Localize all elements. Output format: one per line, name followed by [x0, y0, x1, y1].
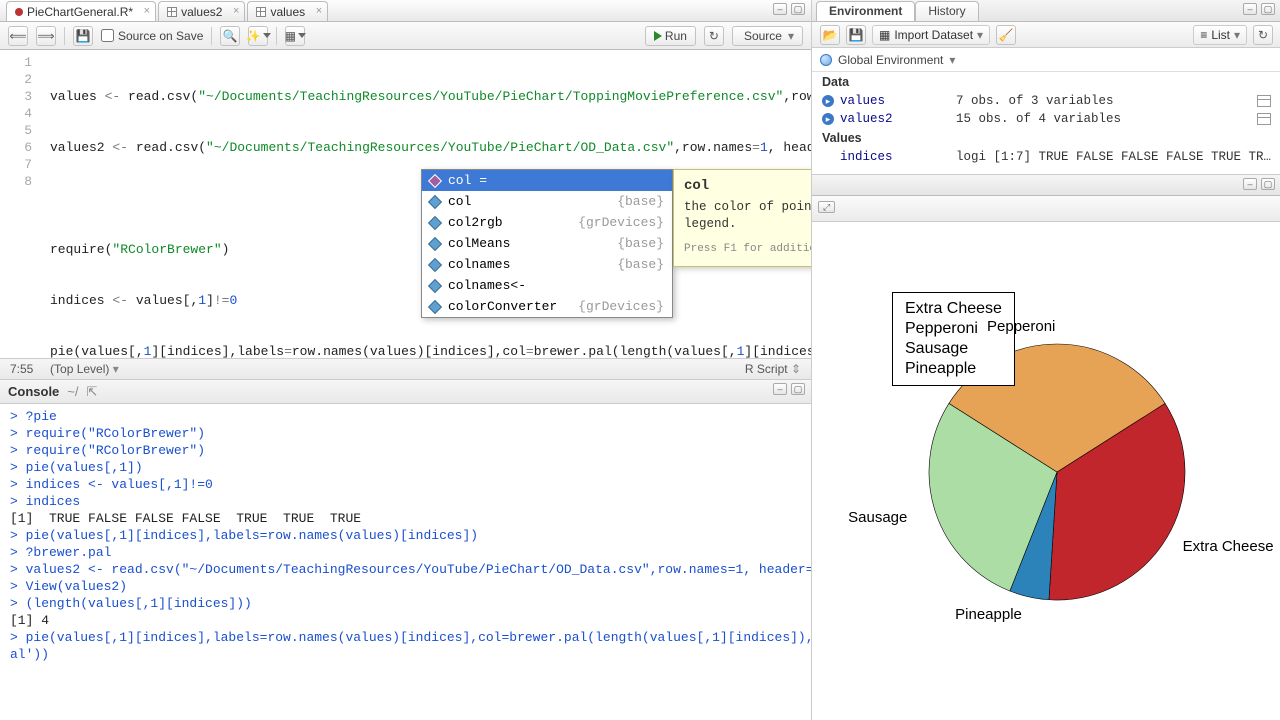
tab-label: PieChartGeneral.R* — [27, 5, 133, 19]
maximize-pane-icon[interactable]: ▢ — [1261, 3, 1275, 15]
env-toolbar: 📂 💾 ▦ Import Dataset ▾ 🧹 ≡List▾ ↻ — [812, 22, 1280, 48]
close-icon[interactable]: × — [144, 5, 150, 17]
slice-label: Pineapple — [955, 606, 1022, 623]
maximize-pane-icon[interactable]: ▢ — [791, 3, 805, 15]
autocomplete-popup[interactable]: col = col{base} col2rgb{grDevices} colMe… — [421, 169, 673, 318]
tab-values2[interactable]: values2 × — [158, 1, 245, 21]
view-table-icon[interactable] — [1257, 113, 1271, 125]
maximize-pane-icon[interactable]: ▢ — [1261, 178, 1275, 190]
cursor-position: 7:55 — [10, 362, 33, 376]
plots-tabstrip: –▢ — [812, 174, 1280, 196]
slice-label: Sausage — [848, 509, 907, 526]
find-button[interactable]: 🔍 — [220, 26, 240, 46]
autocomplete-item[interactable]: col2rgb{grDevices} — [422, 212, 672, 233]
maximize-pane-icon[interactable]: ▢ — [791, 383, 805, 395]
console-header: Console ~/ ⇱ – ▢ — [0, 380, 811, 404]
function-icon — [428, 278, 442, 292]
function-icon — [428, 299, 442, 313]
globe-icon — [820, 54, 832, 66]
slice-label: Extra Cheese — [1183, 538, 1274, 555]
minimize-pane-icon[interactable]: – — [1243, 3, 1257, 15]
zoom-button[interactable]: ⤢ — [818, 201, 835, 213]
expand-icon[interactable]: ▸ — [822, 113, 834, 125]
function-icon — [428, 236, 442, 250]
autocomplete-item[interactable]: colMeans{base} — [422, 233, 672, 254]
help-title: col — [684, 178, 811, 195]
list-view-toggle[interactable]: ≡List▾ — [1193, 25, 1247, 45]
env-section-data: Data — [812, 72, 1280, 92]
help-hint: Press F1 for additional help — [684, 241, 811, 258]
tab-history[interactable]: History — [915, 1, 978, 21]
tab-label: values — [270, 5, 305, 19]
import-dataset-button[interactable]: ▦ Import Dataset ▾ — [872, 25, 990, 45]
tab-values[interactable]: values × — [247, 1, 328, 21]
env-row[interactable]: ▸ values2 15 obs. of 4 variables — [812, 110, 1280, 128]
env-row[interactable]: ▸ values 7 obs. of 3 variables — [812, 92, 1280, 110]
wand-button[interactable]: ✨ — [248, 26, 268, 46]
view-table-icon[interactable] — [1257, 95, 1271, 107]
tab-label: values2 — [181, 5, 222, 19]
run-button[interactable]: Run — [645, 26, 696, 46]
run-icon — [654, 31, 662, 41]
autocomplete-item[interactable]: colorConverter{grDevices} — [422, 296, 672, 317]
clear-env-button[interactable]: 🧹 — [996, 25, 1016, 45]
pie-chart — [812, 222, 1280, 702]
editor-statusbar: 7:55 (Top Level) ▾ R Script ⇕ — [0, 358, 811, 380]
help-body: the color of points or lines appearing i… — [684, 199, 811, 233]
open-button[interactable]: 📂 — [820, 25, 840, 45]
tab-piechart-script[interactable]: PieChartGeneral.R* × — [6, 1, 156, 21]
environment-panel: Data ▸ values 7 obs. of 3 variables ▸ va… — [812, 72, 1280, 166]
plots-toolbar: ⤢ — [812, 196, 1280, 222]
back-button[interactable]: ⟸ — [8, 26, 28, 46]
refresh-button[interactable]: ↻ — [1253, 25, 1273, 45]
autocomplete-help: col the color of points or lines appeari… — [673, 169, 811, 267]
source-button[interactable]: Source ▾ — [732, 26, 803, 46]
plot-canvas: Extra Cheese Pepperoni Sausage Pineapple… — [812, 222, 1280, 720]
minimize-pane-icon[interactable]: – — [1243, 178, 1257, 190]
autocomplete-item[interactable]: col = — [422, 170, 672, 191]
console-cwd: ~/ — [67, 384, 78, 399]
language-indicator[interactable]: R Script — [745, 362, 788, 376]
expand-icon[interactable]: ▸ — [822, 95, 834, 107]
notebook-button[interactable]: ▦ — [285, 26, 305, 46]
popout-icon[interactable]: ⇱ — [87, 384, 98, 400]
env-scope-selector[interactable]: Global Environment ▾ — [812, 48, 1280, 72]
source-on-save-checkbox[interactable]: Source on Save — [101, 29, 203, 43]
save-env-button[interactable]: 💾 — [846, 25, 866, 45]
close-icon[interactable]: × — [233, 5, 239, 17]
import-icon: ▦ — [879, 28, 890, 42]
function-icon — [428, 257, 442, 271]
function-icon — [428, 194, 442, 208]
slice-label: Pepperoni — [987, 318, 1055, 335]
plot-legend: Extra Cheese Pepperoni Sausage Pineapple — [892, 292, 1015, 386]
r-script-icon — [15, 8, 23, 16]
close-icon[interactable]: × — [316, 5, 322, 17]
env-tabstrip: Environment History –▢ — [812, 0, 1280, 22]
rerun-button[interactable]: ↻ — [704, 26, 724, 46]
minimize-pane-icon[interactable]: – — [773, 3, 787, 15]
table-icon — [256, 7, 266, 17]
env-row[interactable]: indices logi [1:7] TRUE FALSE FALSE FALS… — [812, 148, 1280, 166]
function-icon — [428, 215, 442, 229]
scope-indicator[interactable]: (Top Level) — [50, 362, 109, 376]
forward-button[interactable]: ⟹ — [36, 26, 56, 46]
console-title: Console — [8, 384, 59, 399]
param-icon — [428, 173, 442, 187]
tab-environment[interactable]: Environment — [816, 1, 915, 21]
env-section-values: Values — [812, 128, 1280, 148]
save-button[interactable]: 💾 — [73, 26, 93, 46]
line-gutter: 12345678 — [0, 50, 40, 190]
console-output[interactable]: > ?pie > require("RColorBrewer") > requi… — [0, 404, 811, 720]
editor-toolbar: ⟸ ⟹ 💾 Source on Save 🔍 ✨ ▦ Run ↻ Source — [0, 22, 811, 50]
autocomplete-item[interactable]: colnames{base} — [422, 254, 672, 275]
autocomplete-item[interactable]: colnames<- — [422, 275, 672, 296]
table-icon — [167, 7, 177, 17]
editor-tabstrip: PieChartGeneral.R* × values2 × values × … — [0, 0, 811, 22]
code-editor[interactable]: 12345678 values <- read.csv("~/Documents… — [0, 50, 811, 358]
autocomplete-item[interactable]: col{base} — [422, 191, 672, 212]
minimize-pane-icon[interactable]: – — [773, 383, 787, 395]
